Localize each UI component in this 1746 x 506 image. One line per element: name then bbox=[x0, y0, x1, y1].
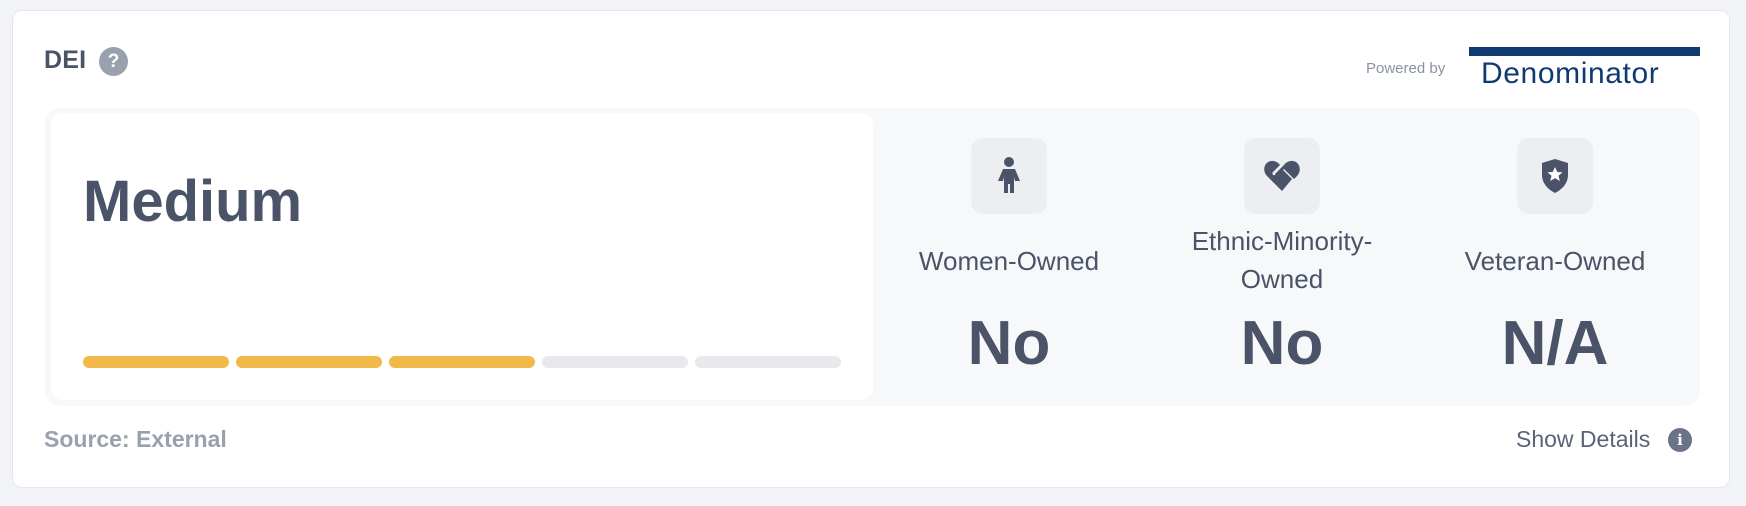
logo-bar bbox=[1469, 47, 1700, 56]
heart-handshake-icon bbox=[1244, 138, 1320, 214]
info-icon[interactable]: i bbox=[1668, 428, 1692, 452]
attribute-label-line1: Ethnic-Minority- bbox=[1191, 226, 1373, 256]
source-label: Source: External bbox=[44, 426, 227, 452]
rating-segment-4 bbox=[542, 356, 688, 368]
attribute-value: No bbox=[1240, 309, 1324, 378]
rating-segment-1 bbox=[83, 356, 229, 368]
powered-by-label: Powered by bbox=[1366, 60, 1446, 77]
attribute-label: Women-Owned bbox=[918, 246, 1100, 276]
attribute-value: N/A bbox=[1501, 309, 1609, 378]
attribute-women-owned: Women-Owned No bbox=[889, 138, 1129, 378]
attribute-value: No bbox=[967, 309, 1051, 378]
show-details-link[interactable]: Show Details bbox=[1516, 426, 1650, 453]
denominator-logo: Denominator bbox=[1469, 47, 1700, 92]
rating-segment-2 bbox=[236, 356, 382, 368]
section-title: DEI bbox=[44, 46, 87, 74]
attribute-label: Veteran-Owned bbox=[1464, 246, 1646, 276]
woman-icon bbox=[971, 138, 1047, 214]
help-icon[interactable]: ? bbox=[99, 47, 128, 76]
attribute-veteran-owned: Veteran-Owned N/A bbox=[1435, 138, 1675, 378]
rating-label: Medium bbox=[83, 169, 303, 234]
rating-segment-3 bbox=[389, 356, 535, 368]
shield-star-icon bbox=[1517, 138, 1593, 214]
rating-segment-5 bbox=[695, 356, 841, 368]
attribute-label-line2: Owned bbox=[1240, 264, 1324, 294]
attribute-ethnic-minority-owned: Ethnic-Minority- Owned No bbox=[1162, 138, 1402, 378]
logo-text: Denominator bbox=[1481, 57, 1660, 90]
